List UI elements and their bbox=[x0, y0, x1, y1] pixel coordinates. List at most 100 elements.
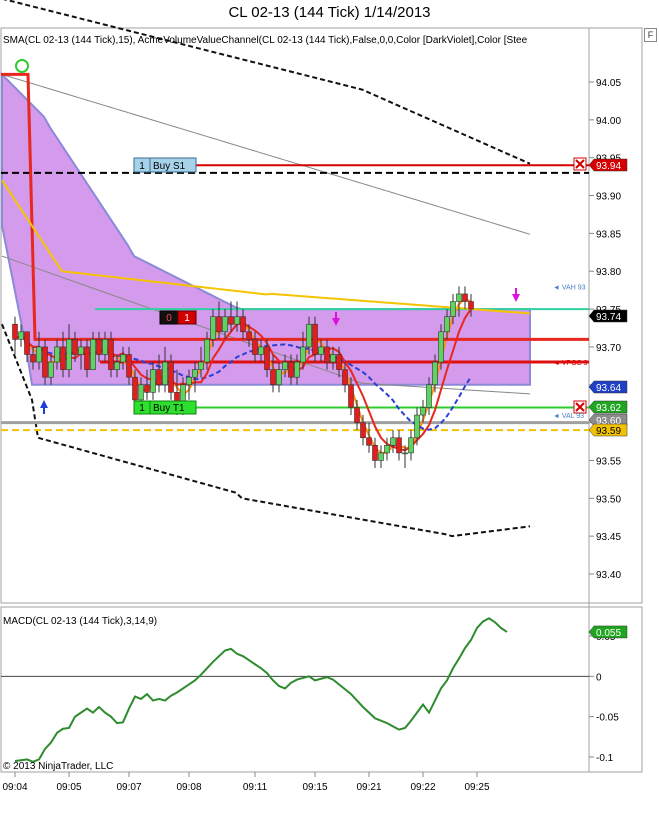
candle-body-11 bbox=[78, 346, 84, 355]
position-right: 1 bbox=[184, 313, 190, 324]
price-tick-label-5: 93.80 bbox=[596, 267, 621, 278]
macd-panel bbox=[0, 606, 643, 773]
candle-body-70 bbox=[432, 361, 438, 386]
price-tick-label-0: 94.05 bbox=[596, 78, 621, 89]
buy-t1-qty: 1 bbox=[139, 403, 145, 414]
candle-body-60 bbox=[372, 445, 378, 461]
level-label-0: ◄ VAH 93 bbox=[553, 284, 586, 291]
candle-body-30 bbox=[192, 369, 198, 378]
candle-body-0 bbox=[12, 323, 18, 340]
candle-body-47 bbox=[294, 361, 300, 378]
candle-body-19 bbox=[126, 354, 132, 378]
price-tick-label-4: 93.85 bbox=[596, 229, 621, 240]
candle-body-29 bbox=[186, 376, 192, 386]
candle-body-66 bbox=[408, 437, 414, 454]
indicator-header: SMA(CL 02-13 (144 Tick),15), AcmeVolumeV… bbox=[3, 35, 528, 46]
position-left: 0 bbox=[166, 313, 172, 324]
candle-body-64 bbox=[396, 437, 402, 454]
candle-body-37 bbox=[234, 316, 240, 325]
candle-body-38 bbox=[240, 316, 246, 333]
candle-body-57 bbox=[354, 407, 360, 423]
candle-body-45 bbox=[282, 361, 288, 370]
price-tag-0: 93.94 bbox=[596, 161, 621, 172]
candle-body-39 bbox=[246, 331, 252, 340]
candle-body-6 bbox=[48, 361, 54, 378]
candle-body-44 bbox=[276, 369, 282, 386]
candle-body-63 bbox=[390, 437, 396, 446]
candle-body-4 bbox=[36, 346, 42, 363]
candle-body-31 bbox=[198, 361, 204, 370]
candle-body-58 bbox=[360, 422, 366, 439]
time-label-4: 09:11 bbox=[243, 782, 268, 793]
candle-body-65 bbox=[402, 452, 408, 455]
candle-body-5 bbox=[42, 346, 48, 378]
candle-body-73 bbox=[450, 301, 456, 317]
candle-body-74 bbox=[456, 293, 462, 302]
price-tick-label-10: 93.55 bbox=[596, 456, 621, 467]
candle-body-55 bbox=[342, 369, 348, 386]
price-tick-label-12: 93.45 bbox=[596, 532, 621, 543]
candle-body-25 bbox=[162, 361, 168, 386]
candle-body-14 bbox=[96, 339, 102, 355]
buy-t1-label: Buy T1 bbox=[153, 403, 185, 414]
candle-body-10 bbox=[72, 339, 78, 355]
chart-canvas: SMA(CL 02-13 (144 Tick),15), AcmeVolumeV… bbox=[0, 0, 643, 793]
candle-body-8 bbox=[60, 346, 66, 370]
candle-body-43 bbox=[270, 369, 276, 386]
close-order-t1-icon[interactable] bbox=[573, 400, 587, 414]
buy-s1-qty: 1 bbox=[139, 161, 145, 172]
time-axis: 09:04 09:05 09:07 09:08 09:11 09:15 09:21 09:22… bbox=[2, 772, 490, 793]
candle-body-53 bbox=[330, 354, 336, 363]
level-label-2: ◄ VAL 93 bbox=[553, 413, 584, 420]
candle-body-1 bbox=[18, 331, 24, 340]
candle-body-59 bbox=[366, 437, 372, 446]
macd-tick-label-2: -0.05 bbox=[596, 713, 619, 724]
chart-window: CL 02-13 (144 Tick) 1/14/2013 F SMA(CL 0… bbox=[0, 0, 659, 818]
candle-body-40 bbox=[252, 339, 258, 355]
price-tick-label-3: 93.90 bbox=[596, 192, 621, 203]
candle-body-46 bbox=[288, 361, 294, 378]
buy-t1-order[interactable]: 1 Buy T1 bbox=[133, 400, 197, 415]
candle-body-51 bbox=[318, 346, 324, 355]
candle-body-52 bbox=[324, 346, 330, 363]
price-tag-5: 93.59 bbox=[596, 426, 621, 437]
price-tag-3: 93.62 bbox=[596, 403, 621, 414]
candle-body-62 bbox=[384, 445, 390, 454]
position-marker[interactable]: 0 1 bbox=[159, 310, 197, 325]
candle-body-72 bbox=[444, 316, 450, 333]
copyright-text: © 2013 NinjaTrader, LLC bbox=[3, 761, 113, 772]
price-tag-2: 93.64 bbox=[596, 383, 621, 394]
candle-body-7 bbox=[54, 346, 60, 363]
time-label-6: 09:21 bbox=[356, 782, 381, 793]
time-label-0: 09:04 bbox=[2, 782, 27, 793]
candle-body-41 bbox=[258, 346, 264, 355]
macd-tick-label-1: 0 bbox=[596, 672, 602, 683]
candle-body-50 bbox=[312, 323, 318, 355]
price-tag-1: 93.74 bbox=[596, 312, 621, 323]
price-tick-label-11: 93.50 bbox=[596, 494, 621, 505]
candle-body-33 bbox=[210, 316, 216, 340]
time-label-3: 09:08 bbox=[176, 782, 201, 793]
candle-body-21 bbox=[138, 384, 144, 401]
macd-current-value: 0.055 bbox=[596, 628, 621, 639]
buy-s1-label: Buy S1 bbox=[153, 161, 186, 172]
candle-body-75 bbox=[462, 293, 468, 302]
candle-body-71 bbox=[438, 331, 444, 363]
candle-body-56 bbox=[348, 384, 354, 408]
candle-body-24 bbox=[156, 369, 162, 386]
candle-body-42 bbox=[264, 346, 270, 370]
candle-body-15 bbox=[102, 339, 108, 355]
buy-s1-order[interactable]: 1 Buy S1 bbox=[133, 157, 197, 173]
price-tick-label-13: 93.40 bbox=[596, 570, 621, 581]
time-label-7: 09:22 bbox=[410, 782, 435, 793]
candle-body-22 bbox=[144, 384, 150, 393]
candle-body-23 bbox=[150, 369, 156, 393]
candle-body-3 bbox=[30, 354, 36, 363]
candle-body-35 bbox=[222, 316, 228, 333]
price-tick-label-1: 94.00 bbox=[596, 116, 621, 127]
candle-body-76 bbox=[468, 301, 474, 310]
macd-label: MACD(CL 02-13 (144 Tick),3,14,9) bbox=[3, 616, 157, 627]
candle-body-13 bbox=[90, 339, 96, 370]
close-order-s1-icon[interactable] bbox=[573, 157, 587, 171]
candle-body-2 bbox=[24, 331, 30, 355]
